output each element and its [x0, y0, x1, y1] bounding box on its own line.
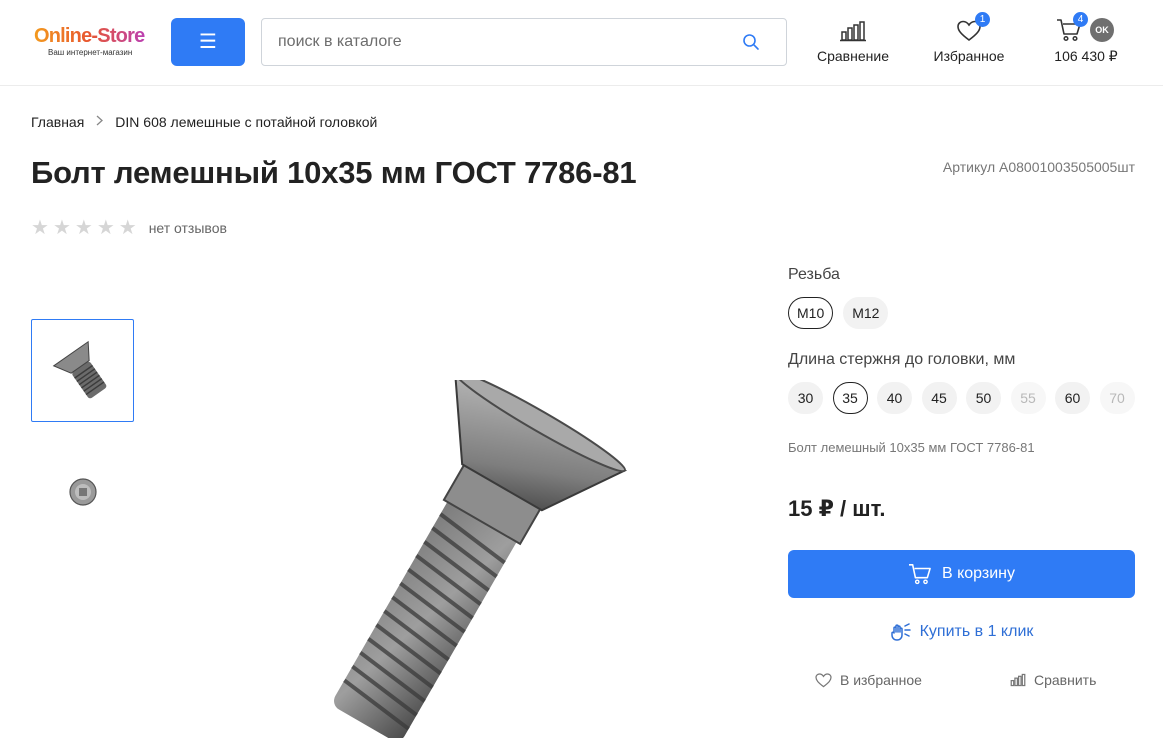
cart-total: 106 430 ₽ [1054, 48, 1118, 64]
logo-text: Online-Store [34, 24, 154, 48]
buy-one-click-label: Купить в 1 клик [919, 623, 1034, 640]
cart-icon [908, 564, 931, 585]
thread-options: M10 M12 [788, 297, 898, 329]
gallery-thumbnail-1[interactable] [31, 319, 134, 422]
product-price: 15 ₽ / шт. [788, 496, 886, 521]
add-to-cart-button[interactable]: В корзину [788, 550, 1135, 598]
bar-chart-icon [1010, 673, 1026, 687]
product-short-description: Болт лемешный 10х35 мм ГОСТ 7786-81 [788, 440, 1035, 455]
logo-tagline: Ваш интернет-магазин [48, 48, 133, 57]
bolt-thumbnail-image [52, 340, 106, 398]
header-cart[interactable]: 4 106 430 ₽ [1046, 12, 1126, 65]
length-chip-55[interactable]: 55 [1010, 382, 1046, 414]
favorites-count-badge: 1 [975, 12, 990, 27]
length-chip-35[interactable]: 35 [832, 382, 868, 414]
user-avatar[interactable]: OK [1090, 18, 1114, 42]
thread-chip-m12[interactable]: M12 [843, 297, 889, 329]
star-icon[interactable]: ★ [97, 218, 115, 238]
compare-label: Сравнить [1034, 672, 1097, 688]
length-chip-70[interactable]: 70 [1099, 382, 1135, 414]
add-to-favorites-label: В избранное [840, 672, 922, 688]
product-sku: Артикул A08001003505005шт [942, 159, 1135, 175]
site-logo[interactable]: Online-Store Ваш интернет-магазин [34, 24, 154, 64]
star-icon[interactable]: ★ [75, 218, 93, 238]
length-chip-50[interactable]: 50 [966, 382, 1001, 414]
cart-count-badge: 4 [1073, 12, 1088, 27]
add-to-favorites-button[interactable]: В избранное [815, 672, 922, 688]
search-bar [261, 18, 787, 66]
header-compare[interactable]: Сравнение [812, 14, 894, 64]
breadcrumb-category[interactable]: DIN 608 лемешные с потайной головкой [115, 114, 377, 130]
header-favorites[interactable]: 1 Избранное [928, 12, 1010, 64]
thread-option-label: Резьба [788, 266, 840, 283]
breadcrumb-home[interactable]: Главная [31, 114, 84, 130]
gallery-thumbnail-2[interactable] [55, 467, 110, 517]
compare-label: Сравнение [817, 48, 889, 64]
bolt-head-thumbnail-image [68, 478, 97, 506]
length-chip-45[interactable]: 45 [921, 382, 957, 414]
buy-one-click-button[interactable]: Купить в 1 клик [788, 622, 1135, 642]
search-input[interactable] [262, 19, 722, 65]
favorites-label: Избранное [933, 48, 1005, 64]
reviews-count[interactable]: нет отзывов [149, 220, 227, 236]
site-header: Online-Store Ваш интернет-магазин ☰ Срав… [0, 0, 1163, 86]
length-chip-60[interactable]: 60 [1055, 382, 1090, 414]
hamburger-icon: ☰ [199, 31, 217, 53]
thread-chip-m10[interactable]: M10 [788, 297, 834, 329]
bar-chart-icon [840, 21, 866, 42]
star-icon[interactable]: ★ [31, 218, 49, 238]
tap-hand-icon [890, 623, 911, 641]
star-icon[interactable]: ★ [53, 218, 71, 238]
add-to-cart-label: В корзину [941, 565, 1016, 582]
length-chip-40[interactable]: 40 [877, 382, 912, 414]
star-icon[interactable]: ★ [119, 218, 137, 238]
length-option-label: Длина стержня до головки, мм [788, 351, 1016, 368]
search-icon[interactable] [742, 33, 760, 51]
rating: ★ ★ ★ ★ ★ нет отзывов [31, 218, 227, 238]
chevron-right-icon [96, 115, 104, 129]
product-main-image[interactable] [270, 380, 650, 738]
length-options: 30 35 40 45 50 55 60 70 [788, 382, 1144, 414]
breadcrumb: Главная DIN 608 лемешные с потайной голо… [31, 114, 377, 130]
heart-icon [815, 672, 832, 687]
catalog-menu-button[interactable]: ☰ [171, 18, 245, 66]
compare-button[interactable]: Сравнить [1010, 672, 1096, 688]
page-title: Болт лемешный 10х35 мм ГОСТ 7786-81 [31, 155, 637, 190]
length-chip-30[interactable]: 30 [788, 382, 823, 414]
